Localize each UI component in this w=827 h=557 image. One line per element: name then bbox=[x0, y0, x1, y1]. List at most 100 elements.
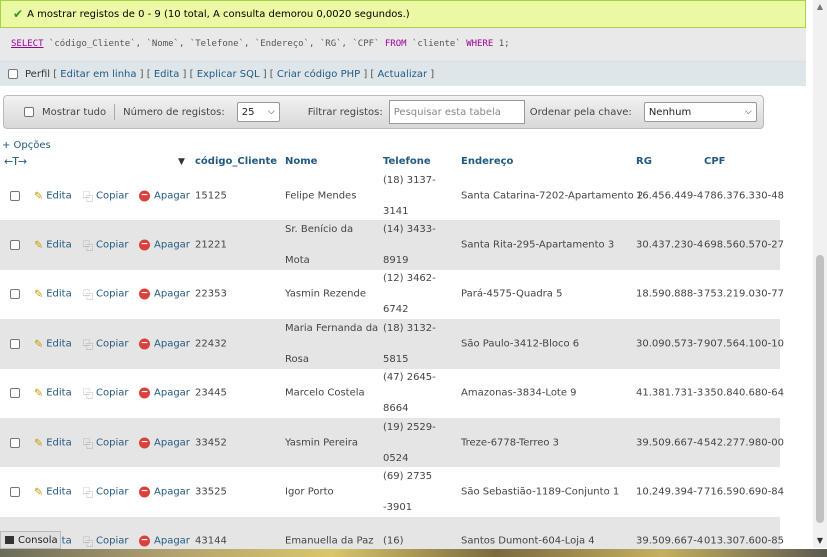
edit-row-button[interactable]: ✎Edita bbox=[34, 436, 72, 449]
cell-cpf[interactable]: 542.277.980-00 bbox=[704, 437, 784, 448]
cell-nome[interactable]: Marcelo Costela bbox=[285, 378, 380, 409]
copy-row-button[interactable]: ⿻ Copiar bbox=[83, 336, 128, 351]
copy-row-button[interactable]: ⿻ Copiar bbox=[83, 238, 128, 253]
edit-row-button[interactable]: ✎Edita bbox=[34, 189, 72, 202]
delete-row-button[interactable]: − Apagar bbox=[139, 387, 190, 399]
cell-rg[interactable]: 10.249.394-7 bbox=[636, 487, 703, 498]
options-link[interactable]: + Opções bbox=[2, 140, 51, 151]
show-all-checkbox[interactable] bbox=[24, 107, 34, 117]
column-arrows-icon[interactable]: ←T→ bbox=[4, 155, 27, 168]
copy-row-button[interactable]: ⿻ Copiar bbox=[83, 485, 128, 500]
row-checkbox[interactable] bbox=[10, 240, 20, 251]
query-links-bar: Perfil [ Editar em linha ] [ Edita ] [ E… bbox=[0, 62, 806, 86]
cell-id[interactable]: 22432 bbox=[195, 338, 227, 349]
row-checkbox[interactable] bbox=[10, 338, 20, 349]
edit-row-button[interactable]: ✎Edita bbox=[34, 387, 72, 400]
delete-row-button[interactable]: − Apagar bbox=[139, 288, 190, 300]
edit-row-button[interactable]: ✎Edita bbox=[34, 486, 72, 499]
cell-nome[interactable]: Igor Porto bbox=[285, 477, 380, 508]
cell-endereco[interactable]: Santos Dumont-604-Loja 4 bbox=[461, 536, 595, 547]
copy-icon: ⿻ bbox=[83, 389, 93, 401]
copy-row-button[interactable]: ⿻ Copiar bbox=[83, 287, 128, 302]
delete-row-button[interactable]: − Apagar bbox=[139, 535, 190, 547]
explain-sql-link[interactable]: Explicar SQL bbox=[197, 69, 260, 80]
cell-cpf[interactable]: 716.590.690-84 bbox=[704, 487, 784, 498]
cell-endereco[interactable]: Santa Catarina-7202-Apartamento 2 bbox=[461, 190, 643, 201]
cell-rg[interactable]: 16.456.449-4 bbox=[636, 190, 703, 201]
delete-icon: − bbox=[139, 437, 150, 449]
cell-nome[interactable]: Maria Fernanda da Rosa bbox=[285, 313, 380, 375]
cell-id[interactable]: 21221 bbox=[195, 240, 227, 251]
sql-query-box[interactable]: SELECT `código_Cliente`, `Nome`, `Telefo… bbox=[0, 28, 806, 62]
cell-id[interactable]: 23445 bbox=[195, 388, 227, 399]
cell-rg[interactable]: 18.590.888-3 bbox=[636, 289, 703, 300]
cell-rg[interactable]: 30.090.573-7 bbox=[636, 338, 703, 349]
delete-row-button[interactable]: − Apagar bbox=[139, 338, 190, 350]
row-checkbox[interactable] bbox=[10, 190, 20, 201]
cell-nome[interactable]: Felipe Mendes bbox=[285, 180, 380, 211]
sort-down-icon[interactable]: ▼ bbox=[178, 157, 185, 167]
cell-endereco[interactable]: São Paulo-3412-Bloco 6 bbox=[461, 338, 579, 349]
cell-cpf[interactable]: 698.560.570-27 bbox=[704, 240, 784, 251]
scrollbar-thumb[interactable] bbox=[816, 255, 824, 523]
filter-search-input[interactable]: Pesquisar esta tabela bbox=[388, 100, 525, 124]
copy-row-button[interactable]: ⿻ Copiar bbox=[83, 435, 128, 450]
edit-query-link[interactable]: Edita bbox=[154, 69, 180, 80]
column-header-rg[interactable]: RG bbox=[636, 156, 652, 167]
edit-row-button[interactable]: ✎Edita bbox=[34, 239, 72, 252]
delete-row-button-label: Apagar bbox=[154, 437, 190, 449]
num-rows-select[interactable]: 25 ⌵ bbox=[236, 102, 280, 122]
column-header-nome[interactable]: Nome bbox=[285, 156, 317, 167]
cell-cpf[interactable]: 013.307.600-85 bbox=[704, 536, 784, 547]
cell-nome[interactable]: Yasmin Rezende bbox=[285, 279, 380, 310]
edit-row-button[interactable]: ✎Edita bbox=[34, 337, 72, 350]
column-header-codigo-cliente[interactable]: código_Cliente bbox=[195, 156, 277, 167]
cell-endereco[interactable]: Amazonas-3834-Lote 9 bbox=[461, 388, 577, 399]
cell-nome[interactable]: Sr. Benício da Mota bbox=[285, 214, 380, 276]
cell-endereco[interactable]: Santa Rita-295-Apartamento 3 bbox=[461, 240, 614, 251]
profiling-checkbox[interactable] bbox=[8, 69, 18, 79]
cell-cpf[interactable]: 350.840.680-64 bbox=[704, 388, 784, 399]
delete-row-button[interactable]: − Apagar bbox=[139, 486, 190, 498]
copy-row-button[interactable]: ⿻ Copiar bbox=[83, 534, 128, 549]
cell-id[interactable]: 33452 bbox=[195, 437, 227, 448]
create-php-link[interactable]: Criar código PHP bbox=[277, 69, 360, 80]
copy-row-button[interactable]: ⿻ Copiar bbox=[83, 188, 128, 203]
sort-key-select[interactable]: Nenhum ⌵ bbox=[643, 102, 757, 122]
cell-rg[interactable]: 30.437.230-4 bbox=[636, 240, 703, 251]
copy-row-button[interactable]: ⿻ Copiar bbox=[83, 386, 128, 401]
cell-telefone[interactable]: (69) 2735 -3901 bbox=[383, 461, 459, 523]
delete-row-button[interactable]: − Apagar bbox=[139, 437, 190, 449]
cell-cpf[interactable]: 753.219.030-77 bbox=[704, 289, 784, 300]
delete-row-button[interactable]: − Apagar bbox=[139, 190, 190, 202]
scroll-down-arrow-icon[interactable]: ▼ bbox=[813, 534, 827, 548]
edit-inline-link[interactable]: Editar em linha bbox=[60, 69, 136, 80]
column-header-endereco[interactable]: Endereço bbox=[461, 156, 513, 167]
row-checkbox[interactable] bbox=[10, 388, 20, 399]
row-checkbox[interactable] bbox=[10, 437, 20, 448]
cell-rg[interactable]: 41.381.731-3 bbox=[636, 388, 703, 399]
console-toggle[interactable]: Consola bbox=[0, 531, 61, 549]
cell-cpf[interactable]: 907.564.100-10 bbox=[704, 338, 784, 349]
row-checkbox[interactable] bbox=[10, 289, 20, 300]
edit-row-button[interactable]: ✎Edita bbox=[34, 288, 72, 301]
cell-endereco[interactable]: São Sebastião-1189-Conjunto 1 bbox=[461, 487, 619, 498]
cell-id[interactable]: 33525 bbox=[195, 487, 227, 498]
cell-rg[interactable]: 39.509.667-4 bbox=[636, 536, 703, 547]
vertical-scrollbar[interactable]: ▲ ▼ bbox=[813, 0, 827, 548]
cell-endereco[interactable]: Treze-6778-Terreo 3 bbox=[461, 437, 559, 448]
column-header-cpf[interactable]: CPF bbox=[704, 156, 726, 167]
cell-endereco[interactable]: Pará-4575-Quadra 5 bbox=[461, 289, 562, 300]
cell-id[interactable]: 22353 bbox=[195, 289, 227, 300]
cell-rg[interactable]: 39.509.667-4 bbox=[636, 437, 703, 448]
cell-id[interactable]: 15125 bbox=[195, 190, 227, 201]
delete-row-button[interactable]: − Apagar bbox=[139, 239, 190, 251]
row-checkbox[interactable] bbox=[10, 487, 20, 498]
copy-row-button-label: Copiar bbox=[96, 338, 129, 350]
cell-nome[interactable]: Yasmin Pereira bbox=[285, 427, 380, 458]
sql-select-keyword[interactable]: SELECT bbox=[11, 39, 44, 49]
cell-cpf[interactable]: 786.376.330-48 bbox=[704, 190, 784, 201]
cell-id[interactable]: 43144 bbox=[195, 536, 227, 547]
refresh-link[interactable]: Actualizar bbox=[378, 69, 428, 80]
scroll-up-arrow-icon[interactable]: ▲ bbox=[813, 0, 827, 14]
